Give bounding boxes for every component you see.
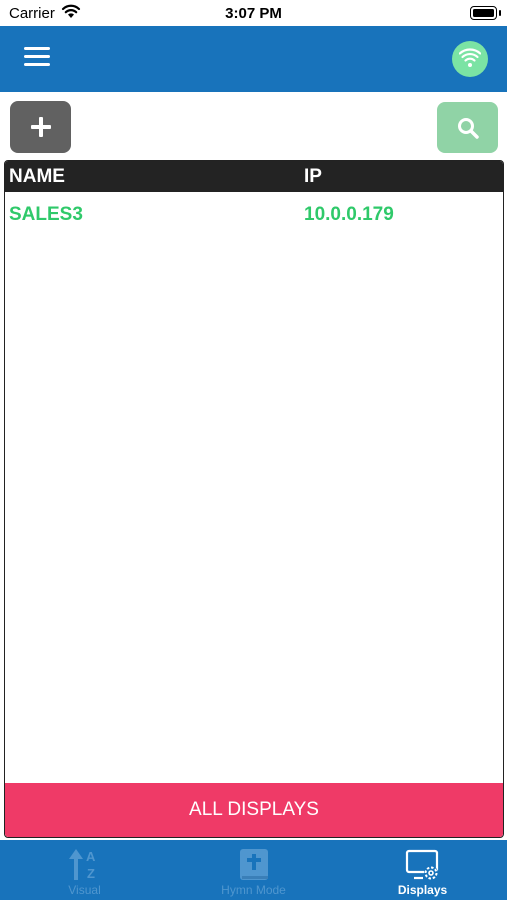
- tab-hymn-mode-label: Hymn Mode: [221, 883, 286, 897]
- nav-bar: [0, 26, 507, 92]
- tab-visual[interactable]: A Z Visual: [0, 840, 169, 900]
- column-header-ip: IP: [304, 166, 322, 187]
- tab-displays[interactable]: Displays: [338, 840, 507, 900]
- wifi-icon: [459, 48, 481, 67]
- tab-visual-label: Visual: [68, 883, 101, 897]
- tab-displays-label: Displays: [397, 883, 448, 897]
- bible-icon: [236, 846, 272, 887]
- all-displays-button[interactable]: ALL DISPLAYS: [5, 783, 503, 837]
- battery-tip: [499, 10, 501, 16]
- table-header: NAME IP: [5, 161, 503, 192]
- hamburger-menu-icon[interactable]: [24, 47, 50, 69]
- table-row[interactable]: SALES3 10.0.0.179: [5, 192, 503, 236]
- search-icon: [458, 118, 479, 139]
- column-header-name: NAME: [9, 166, 65, 187]
- battery-icon: [470, 6, 497, 20]
- tab-bar: A Z Visual Hymn Mode Displays: [0, 840, 507, 900]
- status-time: 3:07 PM: [225, 5, 282, 22]
- display-settings-icon: [405, 846, 441, 887]
- display-name-cell: SALES3: [9, 204, 83, 225]
- status-bar: Carrier 3:07 PM: [0, 0, 507, 26]
- tab-hymn-mode[interactable]: Hymn Mode: [169, 840, 338, 900]
- sort-az-icon: A Z: [67, 846, 103, 887]
- svg-text:Z: Z: [87, 866, 95, 881]
- wifi-connection-button[interactable]: [452, 41, 488, 77]
- search-button[interactable]: [437, 102, 498, 153]
- display-ip-cell: 10.0.0.179: [304, 204, 394, 225]
- svg-text:A: A: [86, 849, 96, 864]
- add-display-button[interactable]: [10, 101, 71, 153]
- displays-table: NAME IP SALES3 10.0.0.179 ALL DISPLAYS: [4, 160, 504, 838]
